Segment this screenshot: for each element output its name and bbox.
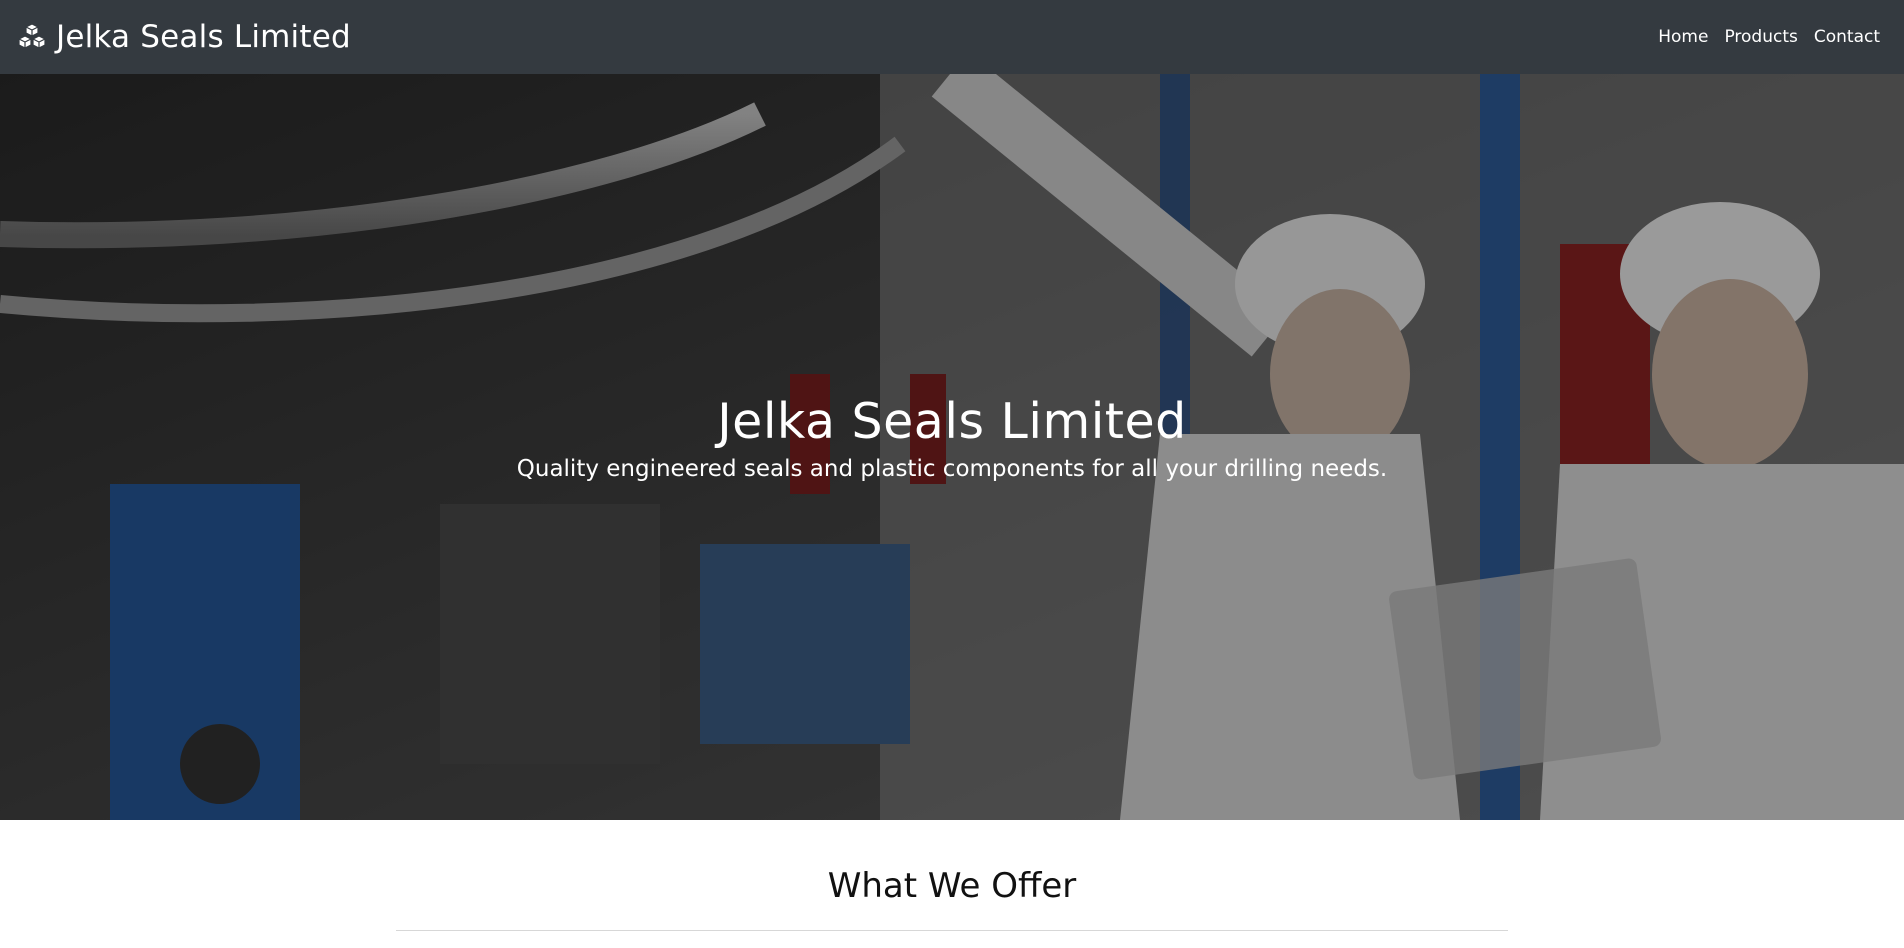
main-nav: Home Products Contact (1658, 27, 1880, 47)
brand-link[interactable]: Jelka Seals Limited (16, 19, 351, 55)
nav-home-link[interactable]: Home (1658, 27, 1708, 47)
hero-banner: Jelka Seals Limited Quality engineered s… (0, 74, 1904, 820)
nav-products-link[interactable]: Products (1724, 27, 1797, 47)
top-navbar: Jelka Seals Limited Home Products Contac… (0, 0, 1904, 74)
cubes-icon (16, 21, 48, 53)
nav-contact-link[interactable]: Contact (1814, 27, 1880, 47)
section-heading: What We Offer (827, 866, 1077, 906)
hero-subtitle: Quality engineered seals and plastic com… (516, 456, 1388, 482)
brand-name: Jelka Seals Limited (56, 19, 351, 55)
section-divider (396, 930, 1508, 931)
hero-title: Jelka Seals Limited (717, 393, 1187, 450)
